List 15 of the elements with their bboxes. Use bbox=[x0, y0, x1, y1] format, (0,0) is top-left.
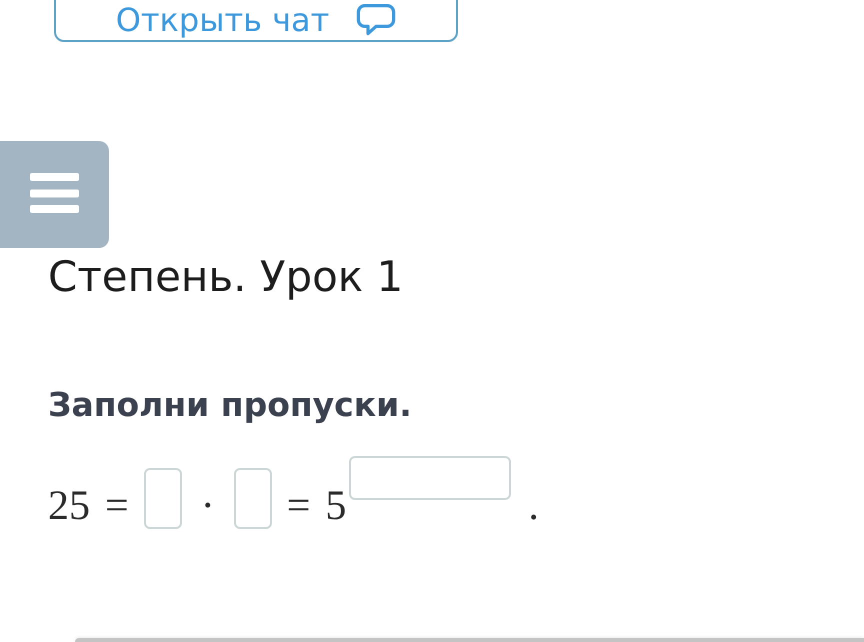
task-instruction: Заполни пропуски. bbox=[48, 384, 412, 426]
lesson-title: Степень. Урок 1 bbox=[48, 251, 404, 303]
open-chat-button[interactable]: Открыть чат bbox=[54, 0, 458, 42]
answer-field[interactable] bbox=[234, 468, 272, 529]
exponent-field[interactable] bbox=[349, 456, 512, 500]
number-text: 25 bbox=[48, 485, 90, 527]
operator-text: = bbox=[286, 485, 310, 527]
answer-field[interactable] bbox=[144, 468, 182, 529]
menu-button[interactable] bbox=[0, 141, 109, 248]
chat-bubble-icon bbox=[356, 4, 396, 36]
operator-text: = bbox=[105, 485, 129, 527]
punctuation-text: . bbox=[528, 485, 539, 527]
menu-icon bbox=[30, 173, 79, 213]
operator-text: · bbox=[200, 485, 216, 527]
number-text: 5 bbox=[325, 485, 346, 527]
